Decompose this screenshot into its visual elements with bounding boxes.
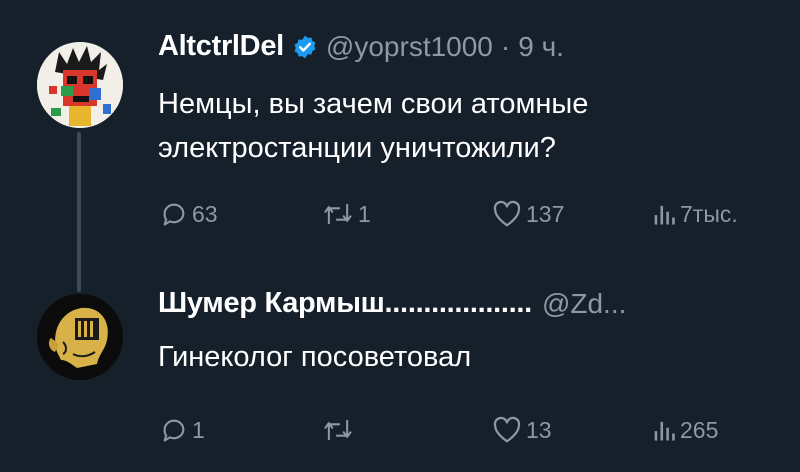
tweet-2-header: Шумер Кармыш................... @Zd... xyxy=(158,287,626,320)
avatar[interactable] xyxy=(37,42,123,128)
views-icon xyxy=(654,205,675,225)
tweet-text: Гинеколог посоветовал xyxy=(158,341,472,373)
like-count: 137 xyxy=(526,200,565,227)
retweet-button[interactable]: 1 xyxy=(322,200,371,228)
views-count: 7тыс. xyxy=(680,200,738,227)
separator-dot: · xyxy=(500,30,511,62)
author-handle[interactable]: @yoprst1000 xyxy=(326,31,493,63)
reply-count: 1 xyxy=(192,416,205,443)
like-count: 13 xyxy=(526,416,552,443)
retweet-icon xyxy=(324,203,352,225)
reply-count: 63 xyxy=(192,200,218,227)
retweet-count: 1 xyxy=(358,200,371,227)
tweet-1[interactable]: AltctrlDel @yoprst1000 · 9 ч. Немцы, вы … xyxy=(0,0,800,292)
like-icon xyxy=(493,416,521,443)
author-name[interactable]: AltctrlDel xyxy=(158,30,284,63)
author-handle[interactable]: @Zd... xyxy=(542,288,626,320)
retweet-button[interactable] xyxy=(322,416,358,444)
like-button[interactable]: 13 xyxy=(492,416,552,444)
avatar[interactable] xyxy=(37,294,123,380)
author-name[interactable]: Шумер Кармыш................... xyxy=(158,287,532,320)
like-button[interactable]: 137 xyxy=(492,200,564,228)
views-button[interactable]: 7тыс. xyxy=(652,200,738,228)
verified-icon xyxy=(292,34,318,60)
tweet-text: Немцы, вы зачем свои атомные электростан… xyxy=(158,88,589,164)
views-icon xyxy=(654,421,675,441)
reply-icon xyxy=(163,203,185,226)
reply-button[interactable]: 63 xyxy=(160,200,218,228)
thread-line xyxy=(77,132,81,292)
views-button[interactable]: 265 xyxy=(652,416,718,444)
views-count: 265 xyxy=(680,416,719,443)
reply-button[interactable]: 1 xyxy=(160,416,205,444)
timestamp[interactable]: 9 ч. xyxy=(518,31,564,63)
reply-icon xyxy=(163,419,185,442)
tweet-header: AltctrlDel @yoprst1000 · 9 ч. xyxy=(158,30,564,63)
retweet-icon xyxy=(324,419,352,441)
like-icon xyxy=(493,200,521,227)
